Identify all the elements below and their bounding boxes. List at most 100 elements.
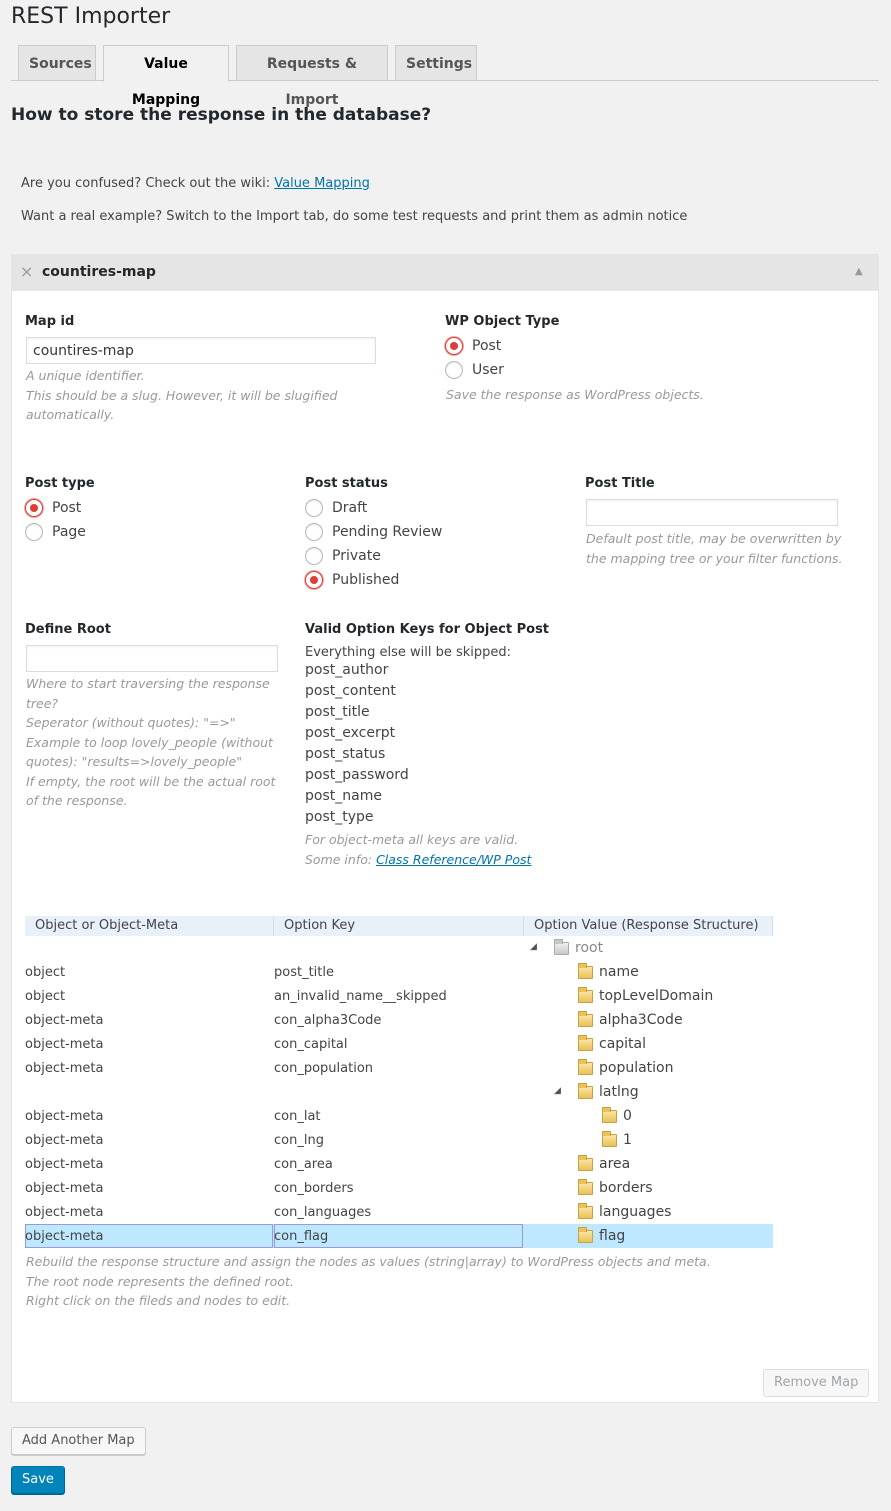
table-row[interactable]: object-meta con_lng bbox=[25, 1128, 773, 1152]
option-label: User bbox=[472, 362, 504, 378]
table-row[interactable]: object-meta con_area bbox=[25, 1152, 773, 1176]
radio-button[interactable] bbox=[445, 361, 463, 379]
folder-icon bbox=[578, 986, 593, 1003]
radio-button[interactable] bbox=[305, 571, 323, 589]
post-type-post-option[interactable]: Post bbox=[25, 496, 86, 520]
save-button[interactable]: Save bbox=[11, 1466, 65, 1494]
object-type-cell[interactable]: object-meta bbox=[25, 1157, 103, 1172]
tree-node[interactable]: 0 bbox=[602, 1106, 632, 1124]
define-root-desc-line: If empty, the root will be the actual ro… bbox=[26, 773, 276, 789]
post-status-draft-option[interactable]: Draft bbox=[305, 496, 442, 520]
wiki-hint-text: Are you confused? Check out the wiki: bbox=[21, 176, 271, 191]
valid-keys-desc-line: Some info: Class Reference/WP Post bbox=[305, 850, 531, 870]
object-type-cell[interactable]: object-meta bbox=[25, 1037, 103, 1052]
expand-arrow-icon[interactable]: ◢ bbox=[554, 1086, 561, 1096]
tree-node-label: topLevelDomain bbox=[599, 988, 714, 1004]
folder-icon bbox=[578, 1034, 593, 1051]
tree-node[interactable]: area bbox=[578, 1154, 630, 1172]
option-key-cell[interactable]: con_borders bbox=[274, 1181, 354, 1196]
tree-node[interactable]: languages bbox=[578, 1202, 671, 1220]
object-type-cell[interactable]: object-meta bbox=[25, 1181, 103, 1196]
tree-node[interactable]: capital bbox=[578, 1034, 647, 1052]
option-key-cell[interactable]: con_flag bbox=[274, 1229, 328, 1244]
table-row[interactable]: object-meta con_borders bbox=[25, 1176, 773, 1200]
object-type-cell[interactable]: object-meta bbox=[25, 1229, 103, 1244]
table-row[interactable]: object post_title bbox=[25, 960, 773, 984]
valid-keys-list: post_author post_content post_title post… bbox=[305, 660, 409, 828]
tab-settings[interactable]: Settings bbox=[395, 45, 477, 81]
table-row-selected[interactable]: object-meta con_flag bbox=[25, 1224, 773, 1248]
object-type-cell[interactable]: object-meta bbox=[25, 1013, 103, 1028]
radio-button[interactable] bbox=[305, 499, 323, 517]
wiki-link[interactable]: Value Mapping bbox=[274, 176, 370, 191]
object-type-cell[interactable]: object bbox=[25, 965, 65, 980]
option-key-cell[interactable]: con_area bbox=[274, 1157, 333, 1172]
table-row[interactable]: object-meta con_lat bbox=[25, 1104, 773, 1128]
object-type-cell[interactable]: object-meta bbox=[25, 1133, 103, 1148]
radio-button[interactable] bbox=[445, 337, 463, 355]
tree-node[interactable]: 1 bbox=[602, 1130, 632, 1148]
define-root-input[interactable] bbox=[26, 645, 278, 672]
object-type-radios: Post User bbox=[445, 334, 504, 382]
tree-node[interactable]: borders bbox=[578, 1178, 653, 1196]
option-label: Draft bbox=[332, 500, 368, 516]
option-key-cell[interactable]: con_lng bbox=[274, 1133, 324, 1148]
post-type-page-option[interactable]: Page bbox=[25, 520, 86, 544]
collapse-arrow-icon[interactable]: ▲ bbox=[855, 266, 863, 277]
expand-arrow-icon[interactable]: ◢ bbox=[530, 942, 537, 952]
post-status-private-option[interactable]: Private bbox=[305, 544, 442, 568]
object-type-post-option[interactable]: Post bbox=[445, 334, 504, 358]
valid-key-item: post_title bbox=[305, 704, 370, 720]
table-row[interactable]: object-meta con_capital bbox=[25, 1032, 773, 1056]
folder-icon bbox=[602, 1130, 617, 1147]
option-key-cell[interactable]: con_alpha3Code bbox=[274, 1013, 381, 1028]
map-id-desc-line: automatically. bbox=[26, 407, 115, 422]
tree-node-label: 0 bbox=[623, 1108, 632, 1124]
object-type-cell[interactable]: object bbox=[25, 989, 65, 1004]
post-title-desc-line: Default post title, may be overwritten b… bbox=[586, 531, 842, 546]
option-key-cell[interactable]: an_invalid_name__skipped bbox=[274, 989, 447, 1004]
option-key-cell[interactable]: con_languages bbox=[274, 1205, 371, 1220]
map-id-label: Map id bbox=[25, 314, 75, 329]
valid-key-item: post_type bbox=[305, 809, 374, 825]
object-type-cell[interactable]: object-meta bbox=[25, 1061, 103, 1076]
post-status-pending-option[interactable]: Pending Review bbox=[305, 520, 442, 544]
tree-node[interactable]: name bbox=[578, 962, 639, 980]
option-key-cell[interactable]: con_lat bbox=[274, 1109, 321, 1124]
tab-sources[interactable]: Sources bbox=[18, 45, 96, 81]
tree-node[interactable]: latlng bbox=[578, 1082, 639, 1100]
close-icon[interactable]: × bbox=[20, 262, 33, 281]
tree-node[interactable]: population bbox=[578, 1058, 674, 1076]
post-status-published-option[interactable]: Published bbox=[305, 568, 442, 592]
tree-node-label: capital bbox=[599, 1036, 647, 1052]
option-label: Private bbox=[332, 548, 381, 564]
valid-key-item: post_content bbox=[305, 683, 396, 699]
tab-requests-import[interactable]: Requests & Import bbox=[236, 45, 388, 108]
tree-node[interactable]: alpha3Code bbox=[578, 1010, 683, 1028]
radio-button[interactable] bbox=[305, 523, 323, 541]
folder-icon bbox=[602, 1106, 617, 1123]
valid-key-item: post_password bbox=[305, 767, 409, 783]
tab-value-mapping[interactable]: Value Mapping bbox=[103, 45, 229, 108]
radio-button[interactable] bbox=[25, 523, 43, 541]
map-id-input[interactable] bbox=[26, 337, 376, 364]
object-type-description: Save the response as WordPress objects. bbox=[446, 387, 704, 402]
option-key-cell[interactable]: con_capital bbox=[274, 1037, 348, 1052]
object-type-user-option[interactable]: User bbox=[445, 358, 504, 382]
tree-node[interactable]: topLevelDomain bbox=[578, 986, 714, 1004]
radio-button[interactable] bbox=[305, 547, 323, 565]
object-type-cell[interactable]: object-meta bbox=[25, 1109, 103, 1124]
tree-node-root[interactable]: root bbox=[554, 938, 603, 956]
class-reference-link[interactable]: Class Reference/WP Post bbox=[376, 852, 531, 867]
remove-map-button[interactable]: Remove Map bbox=[763, 1369, 870, 1397]
post-title-label: Post Title bbox=[585, 476, 655, 491]
column-header-object: Object or Object-Meta bbox=[25, 916, 274, 936]
object-type-cell[interactable]: object-meta bbox=[25, 1205, 103, 1220]
folder-icon bbox=[578, 1010, 593, 1027]
option-key-cell[interactable]: con_population bbox=[274, 1061, 373, 1076]
add-map-button[interactable]: Add Another Map bbox=[11, 1427, 146, 1455]
radio-button[interactable] bbox=[25, 499, 43, 517]
post-title-input[interactable] bbox=[586, 499, 838, 526]
tree-node[interactable]: flag bbox=[578, 1226, 625, 1244]
option-key-cell[interactable]: post_title bbox=[274, 965, 334, 980]
